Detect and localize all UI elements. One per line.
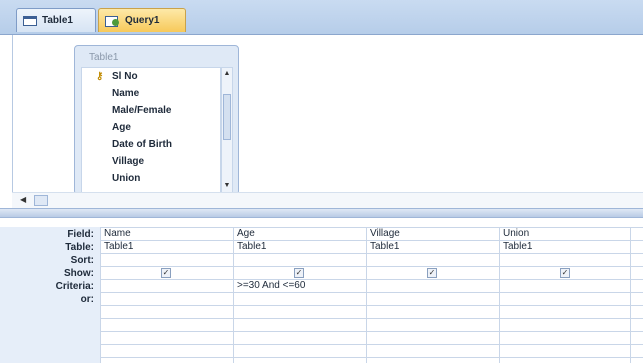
primary-key-icon: ⚷ <box>96 71 104 82</box>
table-icon <box>23 15 37 26</box>
field-item[interactable]: Age <box>82 119 220 136</box>
row-labels-column: Field: Table: Sort: Show: Criteria: or: <box>0 227 100 363</box>
field-cell[interactable]: Name <box>104 228 131 239</box>
show-checkbox[interactable]: ✓ <box>294 268 304 278</box>
query-design-window: Table1 Query1 Table1 ⚷ Sl No Name Male/F… <box>0 0 643 363</box>
field-item[interactable]: Date of Birth <box>82 136 220 153</box>
scroll-left-icon[interactable]: ◀ <box>20 195 26 204</box>
hscroll-thumb[interactable] <box>34 195 48 206</box>
row-label-show: Show: <box>64 268 94 279</box>
table-pane: Table1 ⚷ Sl No Name Male/Female Age Date… <box>12 35 643 214</box>
field-item[interactable]: ⚷ Sl No <box>82 68 220 85</box>
pane-splitter[interactable] <box>0 208 643 218</box>
show-checkbox[interactable]: ✓ <box>427 268 437 278</box>
document-tab-bar: Table1 Query1 <box>0 0 643 35</box>
table-cell[interactable]: Table1 <box>237 241 266 252</box>
row-label-sort: Sort: <box>70 255 94 266</box>
field-item[interactable]: Name <box>82 85 220 102</box>
field-item[interactable]: Male/Female <box>82 102 220 119</box>
field-cell[interactable]: Village <box>370 228 400 239</box>
tab-label: Query1 <box>125 15 160 26</box>
field-cell[interactable]: Union <box>503 228 529 239</box>
tab-query1[interactable]: Query1 <box>98 8 186 32</box>
show-checkbox[interactable]: ✓ <box>161 268 171 278</box>
table-cell[interactable]: Table1 <box>370 241 399 252</box>
row-label-criteria: Criteria: <box>55 281 94 292</box>
tab-label: Table1 <box>42 15 73 26</box>
show-checkbox[interactable]: ✓ <box>560 268 570 278</box>
field-list-scrollbar[interactable]: ▲ ▼ <box>221 67 233 193</box>
field-list-items: ⚷ Sl No Name Male/Female Age Date of Bir… <box>81 67 221 193</box>
field-cell[interactable]: Age <box>237 228 255 239</box>
table-cell[interactable]: Table1 <box>104 241 133 252</box>
scroll-thumb[interactable] <box>223 94 231 140</box>
query-icon <box>105 15 120 27</box>
criteria-cell[interactable]: >=30 And <=60 <box>237 280 305 291</box>
table-cell[interactable]: Table1 <box>503 241 532 252</box>
scroll-up-icon[interactable]: ▲ <box>222 68 232 80</box>
query-design-grid: Name Table1 ✓ Age Table1 ✓ >=30 And <=60… <box>100 227 643 363</box>
field-item[interactable]: Village <box>82 153 220 170</box>
row-label-field: Field: <box>67 229 94 240</box>
row-label-table: Table: <box>65 242 94 253</box>
scroll-down-icon[interactable]: ▼ <box>222 180 232 192</box>
tab-table1[interactable]: Table1 <box>16 8 96 32</box>
table-pane-hscrollbar[interactable]: ◀ <box>12 192 643 209</box>
field-list-title: Table1 <box>89 52 119 63</box>
field-item[interactable]: Union <box>82 170 220 187</box>
design-grid-pane: Field: Table: Sort: Show: Criteria: or: <box>0 218 643 363</box>
row-label-or: or: <box>80 294 94 305</box>
table1-field-list[interactable]: Table1 ⚷ Sl No Name Male/Female Age Date… <box>74 45 239 195</box>
